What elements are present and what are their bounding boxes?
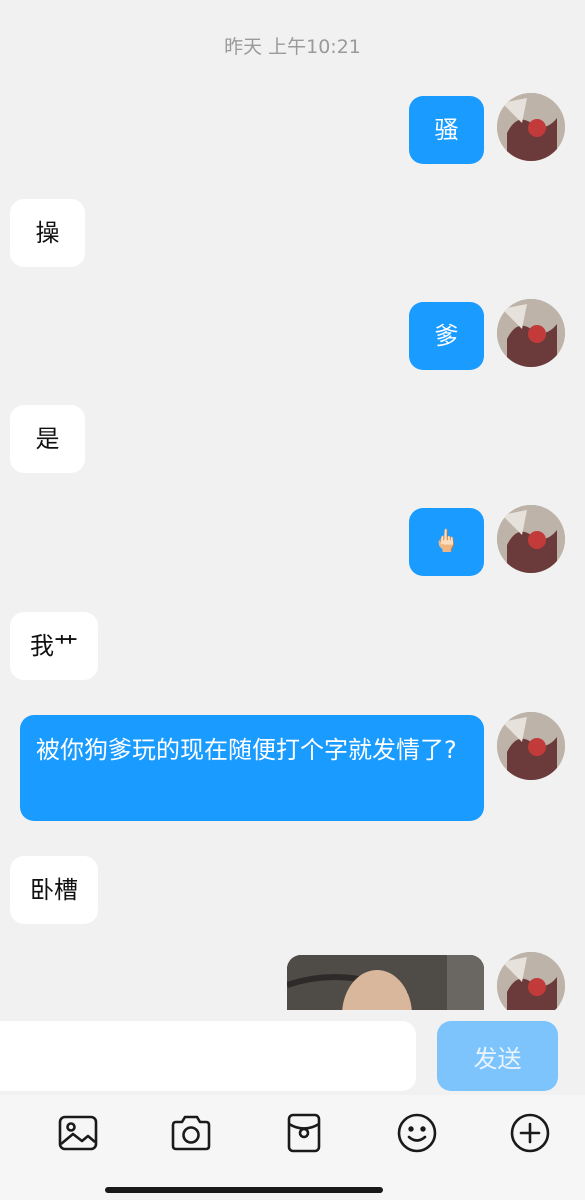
avatar[interactable] <box>497 505 565 573</box>
red-packet-icon[interactable] <box>282 1111 326 1155</box>
emoji-icon[interactable] <box>395 1111 439 1155</box>
plus-icon[interactable] <box>508 1111 552 1155</box>
image-message[interactable] <box>287 955 484 1010</box>
composer-bar: 发送 <box>0 1010 585 1095</box>
image-icon[interactable] <box>56 1111 100 1155</box>
message-bubble-incoming[interactable]: 我艹 <box>10 612 98 680</box>
message-bubble-outgoing[interactable]: 🖕🏻 <box>409 508 484 576</box>
message-bubble-incoming[interactable]: 卧槽 <box>10 856 98 924</box>
chat-area: 昨天 上午10:21 骚 操 爹 是 🖕🏻 我艹 被你狗爹玩的现在随便打个字就发… <box>0 0 585 1010</box>
message-bubble-incoming[interactable]: 是 <box>10 405 85 473</box>
avatar[interactable] <box>497 299 565 367</box>
message-input[interactable] <box>0 1021 416 1091</box>
timestamp: 昨天 上午10:21 <box>224 36 361 58</box>
camera-icon[interactable] <box>169 1111 213 1155</box>
message-bubble-outgoing[interactable]: 骚 <box>409 96 484 164</box>
message-bubble-outgoing[interactable]: 爹 <box>409 302 484 370</box>
message-bubble-outgoing[interactable]: 被你狗爹玩的现在随便打个字就发情了? <box>20 715 484 821</box>
send-button[interactable]: 发送 <box>437 1021 558 1091</box>
composer-toolbar <box>0 1095 585 1200</box>
message-bubble-incoming[interactable]: 操 <box>10 199 85 267</box>
avatar[interactable] <box>497 93 565 161</box>
home-indicator[interactable] <box>105 1187 383 1193</box>
avatar[interactable] <box>497 952 565 1010</box>
avatar[interactable] <box>497 712 565 780</box>
